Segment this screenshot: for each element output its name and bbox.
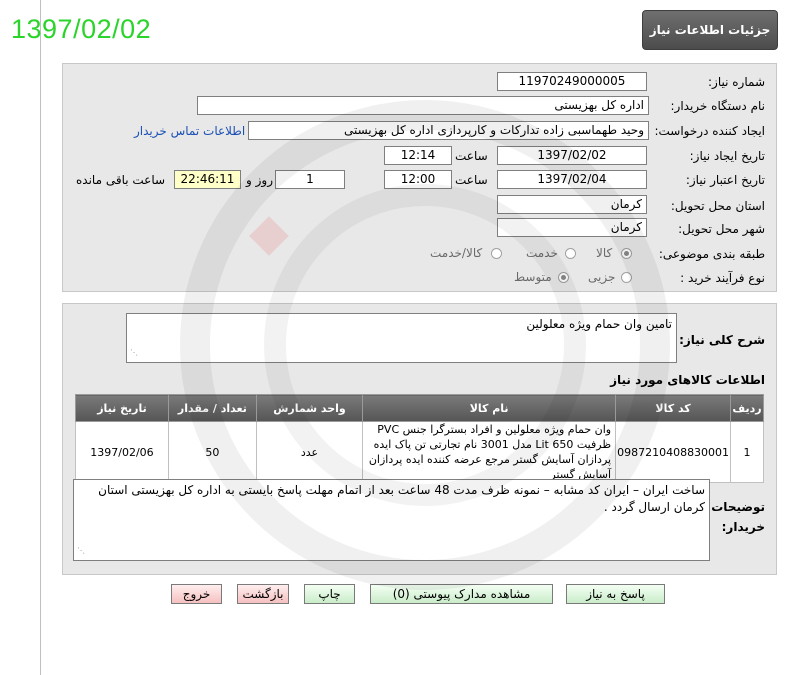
cell-code: 0987210408830001 [615,421,732,483]
col-unit: واحد شمارش [255,394,364,422]
category-label: طبقه بندی موضوعی: [658,247,765,261]
exit-button[interactable]: خروج [171,584,222,604]
col-qty: تعداد / مقدار [167,394,257,422]
requester-field: وحید طهماسبی زاده تدارکات و کارپردازی اد… [248,121,649,140]
reply-button[interactable]: پاسخ به نیاز [566,584,665,604]
general-description-box: تامین وان حمام ویژه معلولین ⋰ [126,313,677,363]
buyer-notes-box: ساخت ایران – ایران کد مشابه – نمونه ظرف … [73,479,710,561]
process-option-minor: جزیی [588,270,616,284]
validity-date-field: 1397/02/04 [497,170,647,189]
city-field: کرمان [497,218,647,237]
buyer-notes-label-text: توضیحات خریدار: [711,500,765,534]
table-row: 1 0987210408830001 وان حمام ویژه معلولین… [75,421,764,483]
view-attachments-button[interactable]: مشاهده مدارک پیوستی (0) [370,584,553,604]
cell-row: 1 [730,421,764,483]
col-date: تاریخ نیاز [75,394,169,422]
buyer-notes-text: ساخت ایران – ایران کد مشابه – نمونه ظرف … [98,483,705,514]
created-time-label: ساعت [455,149,488,163]
resize-grip-icon[interactable]: ⋰ [130,345,138,361]
items-table: ردیف کد کالا نام کالا واحد شمارش تعداد /… [75,394,764,483]
general-description-label: شرح کلی نیاز: [679,333,765,347]
frame-divider [40,0,41,675]
cell-unit: عدد [255,421,364,483]
process-radio-minor[interactable] [621,272,632,283]
col-code: کد کالا [615,394,732,422]
need-number-label: شماره نیاز: [708,75,765,89]
page-title: جزئیات اطلاعات نیاز [642,10,778,50]
category-option-goods: کالا [596,246,613,260]
requester-label: ایجاد کننده درخواست: [654,124,765,138]
cell-qty: 50 [167,421,257,483]
category-radio-goods-service[interactable] [491,248,502,259]
buyer-org-label: نام دستگاه خریدار: [670,99,766,113]
category-radio-goods[interactable] [621,248,632,259]
general-description-text: تامین وان حمام ویژه معلولین [526,317,672,331]
buyer-contact-link[interactable]: اطلاعات تماس خریدار [134,124,245,138]
print-button[interactable]: چاپ [304,584,355,604]
remaining-time-field: 22:46:11 [174,170,241,189]
buyer-org-field: اداره کل بهزیستی [197,96,649,115]
validity-time-label: ساعت [455,173,488,187]
remaining-time-label: ساعت باقی مانده [76,173,166,187]
resize-grip-icon[interactable]: ⋰ [77,542,85,559]
created-time-field: 12:14 [384,146,452,165]
cell-name: وان حمام ویژه معلولین و افراد بسترگرا جن… [362,421,617,483]
province-field: کرمان [497,195,647,214]
need-number-field: 11970249000005 [497,72,647,91]
process-option-medium: متوسط [514,270,552,284]
city-label: شهر محل تحویل: [678,222,765,236]
days-and-label: روز و [246,173,273,187]
back-button[interactable]: بازگشت [237,584,289,604]
validity-date-label: تاریخ اعتبار نیاز: [685,173,765,187]
col-name: نام کالا [362,394,617,422]
remaining-days-field: 1 [275,170,345,189]
items-section-title: اطلاعات کالاهای مورد نیاز [610,373,765,387]
col-row: ردیف [730,394,764,422]
date-stamp: 1397/02/02 [11,14,152,44]
province-label: استان محل تحویل: [670,199,765,213]
validity-time-field: 12:00 [384,170,452,189]
buyer-notes-label: توضیحات خریدار: [705,497,765,537]
category-radio-service[interactable] [565,248,576,259]
process-radio-medium[interactable] [558,272,569,283]
category-option-goods-service: کالا/خدمت [430,246,483,260]
category-option-service: خدمت [526,246,558,260]
cell-date: 1397/02/06 [75,421,169,483]
created-date-label: تاریخ ایجاد نیاز: [689,149,765,163]
created-date-field: 1397/02/02 [497,146,647,165]
process-label: نوع فرآیند خرید : [680,271,765,285]
